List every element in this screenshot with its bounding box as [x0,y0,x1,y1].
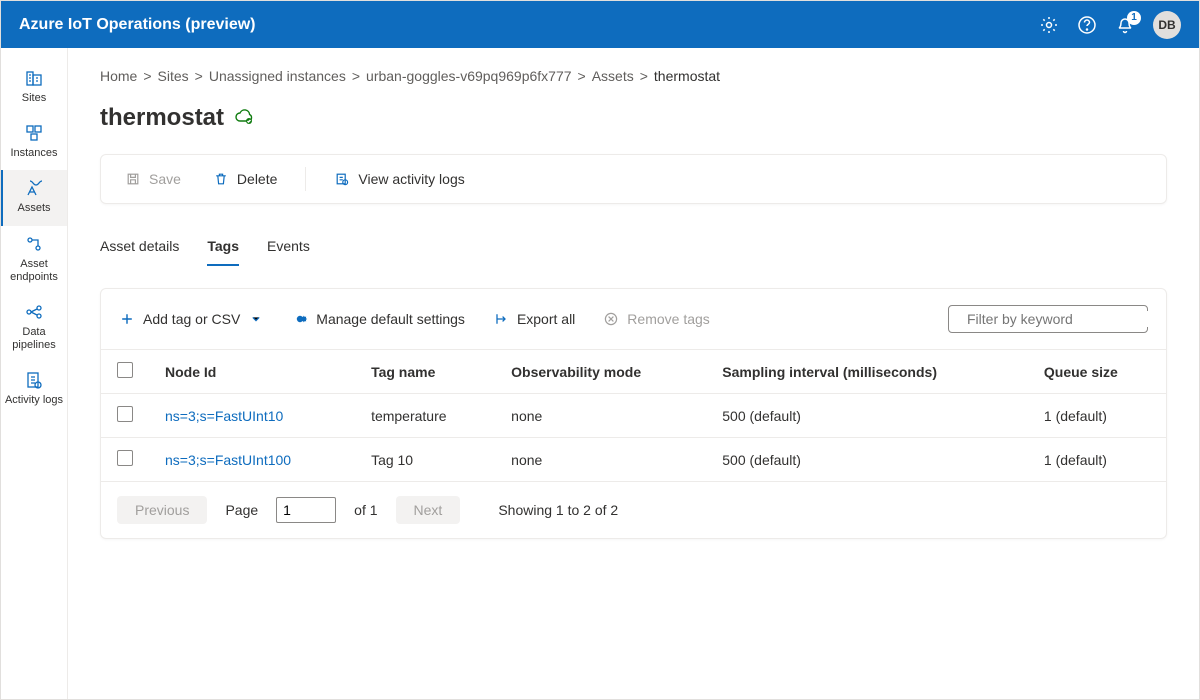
logs-icon [24,370,44,390]
page-summary: Showing 1 to 2 of 2 [498,502,618,518]
col-node-id[interactable]: Node Id [149,350,355,394]
cell-tag-name: Tag 10 [355,438,495,482]
nav-label: Data pipelines [3,326,65,352]
export-all-button[interactable]: Export all [493,311,575,327]
page-of: of 1 [354,502,377,518]
breadcrumb: Home> Sites> Unassigned instances> urban… [100,68,1167,84]
notifications-icon[interactable]: 1 [1115,15,1135,35]
row-checkbox[interactable] [117,406,133,422]
cell-sampling: 500 (default) [706,394,1028,438]
nav-label: Activity logs [5,394,63,407]
table-row: ns=3;s=FastUInt100 Tag 10 none 500 (defa… [101,438,1166,482]
building-icon [24,68,44,88]
nav-assets[interactable]: Assets [1,170,67,225]
prev-page-button: Previous [117,496,207,524]
delete-button[interactable]: Delete [203,165,287,193]
table-row: ns=3;s=FastUInt10 temperature none 500 (… [101,394,1166,438]
filter-input[interactable] [967,311,1148,327]
asset-toolbar: Save Delete View activity logs [100,154,1167,204]
nav-instances[interactable]: Instances [1,115,67,170]
main-content: Home> Sites> Unassigned instances> urban… [68,48,1199,699]
tab-tags[interactable]: Tags [207,232,239,266]
page-input[interactable] [276,497,336,523]
avatar[interactable]: DB [1153,11,1181,39]
remove-tags-button: Remove tags [603,311,709,327]
crumb-sites[interactable]: Sites [158,68,189,84]
asset-icon [24,178,44,198]
nav-activity-logs[interactable]: Activity logs [1,362,67,417]
col-observability[interactable]: Observability mode [495,350,706,394]
notification-badge: 1 [1127,11,1141,25]
cell-queue: 1 (default) [1028,394,1166,438]
pipeline-icon [24,302,44,322]
crumb-home[interactable]: Home [100,68,137,84]
cloud-sync-icon [234,107,254,130]
next-page-button: Next [396,496,461,524]
select-all-checkbox[interactable] [117,362,133,378]
save-button: Save [115,165,191,193]
tags-table: Node Id Tag name Observability mode Samp… [101,349,1166,481]
left-nav: Sites Instances Assets Asset endpoints D… [1,48,68,699]
col-sampling[interactable]: Sampling interval (milliseconds) [706,350,1028,394]
tab-asset-details[interactable]: Asset details [100,232,179,266]
cell-obs-mode: none [495,438,706,482]
topbar: Azure IoT Operations (preview) 1 DB [1,1,1199,48]
settings-icon[interactable] [1039,15,1059,35]
cell-queue: 1 (default) [1028,438,1166,482]
nav-data-pipelines[interactable]: Data pipelines [1,294,67,362]
nav-label: Instances [10,147,57,160]
nav-asset-endpoints[interactable]: Asset endpoints [1,226,67,294]
nav-label: Sites [22,92,46,105]
tags-panel: Add tag or CSV Manage default settings E… [100,288,1167,539]
nav-sites[interactable]: Sites [1,60,67,115]
nav-label: Asset endpoints [3,258,65,284]
cell-obs-mode: none [495,394,706,438]
app-title: Azure IoT Operations (preview) [19,16,1039,34]
asset-tabs: Asset details Tags Events [100,232,1167,266]
node-id-link[interactable]: ns=3;s=FastUInt10 [165,408,283,424]
crumb-unassigned[interactable]: Unassigned instances [209,68,346,84]
crumb-current: thermostat [654,68,720,84]
cell-sampling: 500 (default) [706,438,1028,482]
instance-icon [24,123,44,143]
manage-default-settings-button[interactable]: Manage default settings [292,311,465,327]
cell-tag-name: temperature [355,394,495,438]
chevron-down-icon [248,311,264,327]
pagination: Previous Page of 1 Next Showing 1 to 2 o… [101,481,1166,538]
col-tag-name[interactable]: Tag name [355,350,495,394]
tab-events[interactable]: Events [267,232,310,266]
filter-input-wrap[interactable] [948,305,1148,333]
page-title: thermostat [100,104,224,132]
row-checkbox[interactable] [117,450,133,466]
col-queue[interactable]: Queue size [1028,350,1166,394]
page-label: Page [225,502,258,518]
add-tag-button[interactable]: Add tag or CSV [119,311,264,327]
node-id-link[interactable]: ns=3;s=FastUInt100 [165,452,291,468]
help-icon[interactable] [1077,15,1097,35]
crumb-assets[interactable]: Assets [592,68,634,84]
crumb-instance[interactable]: urban-goggles-v69pq969p6fx777 [366,68,572,84]
divider [305,167,306,191]
nav-label: Assets [17,202,50,215]
endpoint-icon [24,234,44,254]
view-activity-logs-button[interactable]: View activity logs [324,165,474,193]
